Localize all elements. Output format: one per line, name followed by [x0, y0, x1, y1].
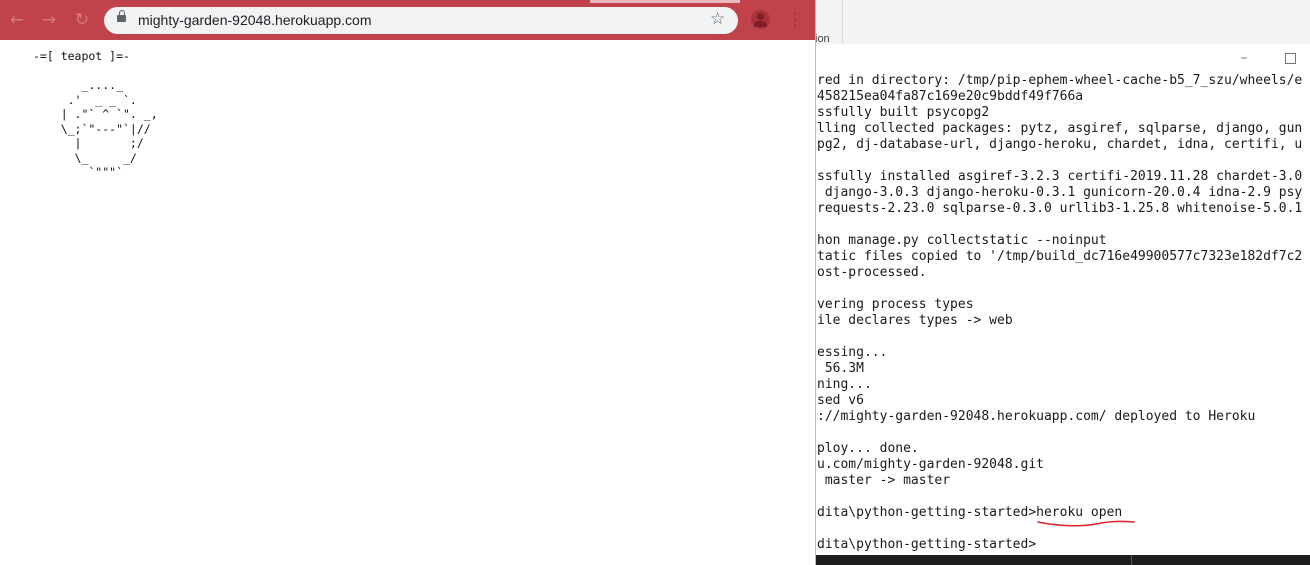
red-underline-annotation [1037, 520, 1135, 527]
terminal-line: lling collected packages: pytz, asgiref,… [817, 121, 1303, 136]
terminal-line: django-3.0.3 django-heroku-0.3.1 gunicor… [817, 185, 1303, 200]
terminal-line: 458215ea04fa87c169e20c9bddf49f766a [817, 89, 1084, 104]
terminal-titlebar[interactable]: – [815, 44, 1310, 74]
browser-toolbar: ← → ↻ mighty-garden-92048.herokuapp.com … [0, 0, 815, 40]
terminal-line: ploy... done. [817, 441, 919, 456]
terminal-line: pg2, dj-database-url, django-heroku, cha… [817, 137, 1303, 152]
page-heading: -=[ teapot ]=- [33, 49, 130, 63]
terminal-line: ning... [817, 377, 872, 392]
minimize-icon[interactable]: – [1229, 47, 1259, 69]
terminal-line: requests-2.23.0 sqlparse-0.3.0 urllib3-1… [817, 201, 1303, 216]
page-content: -=[ teapot ]=- _...._ .' _ _ `. | ."` ^ … [0, 40, 815, 565]
terminal-line: ssfully installed asgiref-3.2.3 certifi-… [817, 169, 1303, 184]
star-icon[interactable]: ☆ [710, 9, 725, 29]
background-window: ion [815, 0, 1310, 46]
terminal-window[interactable]: – red in directory: /tmp/pip-ephem-wheel… [815, 44, 1310, 565]
terminal-line: red in directory: /tmp/pip-ephem-wheel-c… [817, 73, 1303, 88]
arrow-left-icon[interactable]: ← [5, 8, 29, 32]
terminal-line: ssfully built psycopg2 [817, 105, 990, 120]
terminal-bottom-bar [815, 555, 1310, 565]
terminal-output[interactable]: red in directory: /tmp/pip-ephem-wheel-c… [817, 73, 1310, 553]
arrow-right-icon[interactable]: → [37, 8, 61, 32]
terminal-line: ost-processed. [817, 265, 927, 280]
terminal-line: ://mighty-garden-92048.herokuapp.com/ de… [817, 409, 1256, 424]
lock-icon[interactable] [117, 10, 126, 22]
terminal-line: ile declares types -> web [817, 313, 1013, 328]
terminal-line: hon manage.py collectstatic --noinput [817, 233, 1107, 248]
terminal-line: dita\python-getting-started> [817, 537, 1037, 552]
terminal-line: vering process types [817, 297, 974, 312]
reload-icon[interactable]: ↻ [70, 8, 94, 32]
terminal-line: sed v6 [817, 393, 864, 408]
teapot-ascii-art: _...._ .' _ _ `. | ."` ^ `". _, \_;`"---… [60, 78, 158, 179]
kebab-menu-icon[interactable]: ⋮ [786, 9, 804, 31]
terminal-line: u.com/mighty-garden-92048.git [817, 457, 1044, 472]
terminal-line: essing... [817, 345, 888, 360]
address-bar[interactable]: mighty-garden-92048.herokuapp.com ☆ [104, 7, 738, 34]
terminal-line: master -> master [817, 473, 951, 488]
maximize-icon[interactable] [1275, 47, 1305, 69]
page-text: -=[ teapot ]=- _...._ .' _ _ `. | ."` ^ … [33, 49, 158, 180]
terminal-line: 56.3M [817, 361, 864, 376]
terminal-line: tatic files copied to '/tmp/build_dc716e… [817, 249, 1303, 264]
window-divider [842, 0, 843, 45]
url-text[interactable]: mighty-garden-92048.herokuapp.com [138, 12, 371, 28]
profile-icon[interactable] [751, 10, 770, 29]
tab-strip [590, 0, 740, 3]
browser-window[interactable]: ← → ↻ mighty-garden-92048.herokuapp.com … [0, 0, 816, 565]
